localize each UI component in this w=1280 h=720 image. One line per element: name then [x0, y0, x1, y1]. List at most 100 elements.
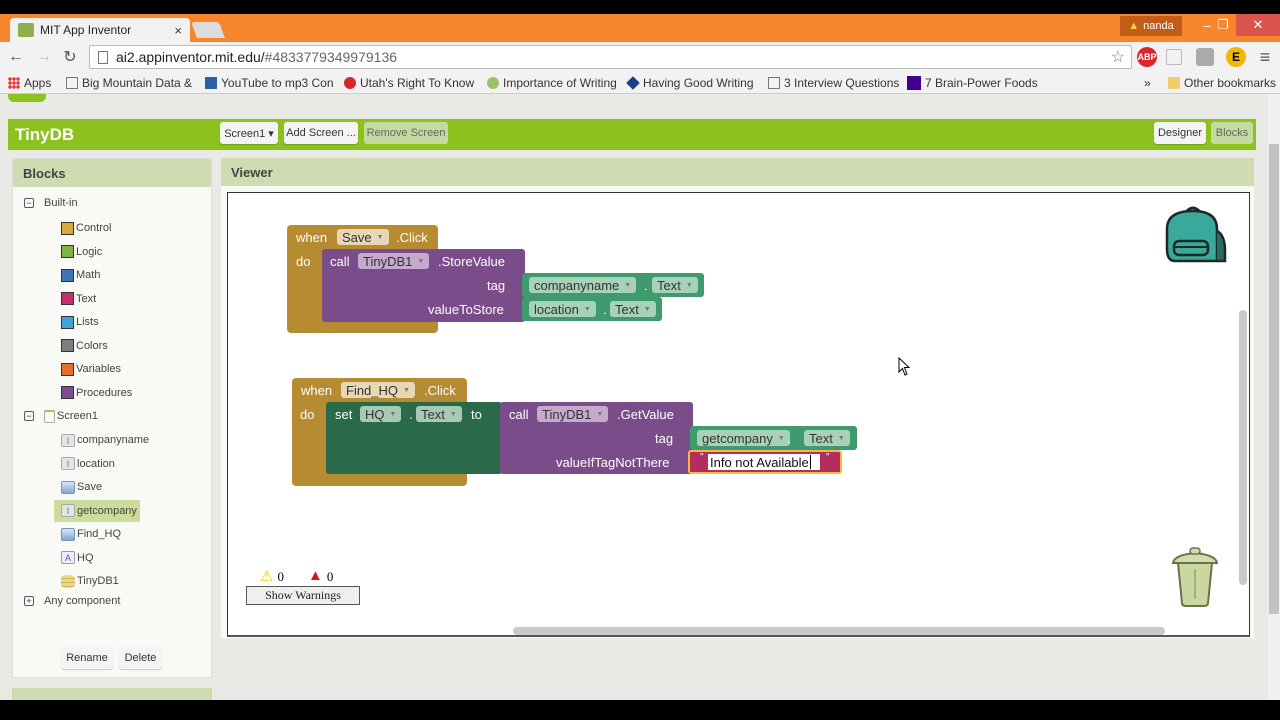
- reload-icon[interactable]: ↻: [60, 47, 80, 67]
- dropdown-arrow-icon: ▼: [643, 305, 651, 313]
- blocks-button[interactable]: Blocks: [1211, 122, 1253, 144]
- forward-arrow-icon[interactable]: →: [34, 47, 54, 67]
- getcompany-dropdown[interactable]: getcompany ▼: [697, 430, 790, 446]
- bookmark-item[interactable]: YouTube to mp3 Con: [205, 75, 334, 91]
- text-property-dropdown[interactable]: Text ▼: [804, 430, 850, 446]
- page-icon: [66, 77, 78, 89]
- bookmark-item[interactable]: Big Mountain Data &: [66, 75, 192, 91]
- browser-tab-active[interactable]: MIT App Inventor ×: [10, 18, 190, 42]
- component-hq[interactable]: A HQ: [61, 549, 94, 567]
- when-label: when: [301, 383, 333, 398]
- bookmark-item[interactable]: 7 Brain-Power Foods: [907, 75, 1038, 91]
- page-icon: [768, 77, 780, 89]
- value-if-tag-not-there-label: valueIfTagNotThere: [556, 455, 670, 470]
- page-scrollbar[interactable]: [1268, 94, 1280, 700]
- event-name: .Click: [424, 383, 456, 398]
- tree-screen1[interactable]: − Screen1: [24, 407, 98, 425]
- bookmark-item[interactable]: Having Good Writing: [626, 75, 754, 91]
- yt-mp3-icon: [205, 77, 217, 89]
- to-label: to: [471, 407, 482, 422]
- diamond-icon: [626, 76, 640, 90]
- builtin-category-procedures[interactable]: Procedures: [61, 384, 132, 402]
- builtin-category-lists[interactable]: Lists: [61, 313, 99, 331]
- category-color-swatch: [61, 245, 74, 258]
- component-companyname[interactable]: Icompanyname: [61, 431, 149, 449]
- bookmark-apps[interactable]: Apps: [8, 75, 51, 91]
- tab-title: MIT App Inventor: [40, 23, 132, 37]
- address-bar[interactable]: ai2.appinventor.mit.edu/#483377934997913…: [89, 45, 1132, 69]
- tab-close-icon[interactable]: ×: [174, 23, 182, 38]
- builtin-category-colors[interactable]: Colors: [61, 337, 108, 355]
- screen-dropdown[interactable]: Screen1 ▾: [220, 122, 278, 144]
- media-panel-header: [12, 688, 212, 700]
- back-arrow-icon[interactable]: ←: [6, 47, 26, 67]
- component-find_hq[interactable]: Find_HQ: [61, 525, 121, 543]
- app-inventor-favicon: [18, 23, 34, 37]
- backpack-icon[interactable]: [1163, 205, 1229, 271]
- text-property-dropdown[interactable]: Text ▼: [652, 277, 698, 293]
- restore-button[interactable]: ❐: [1208, 14, 1238, 36]
- tinydb-dropdown[interactable]: TinyDB1 ▼: [358, 253, 430, 269]
- builtin-category-text[interactable]: Text: [61, 290, 96, 308]
- checklist-extension-icon[interactable]: [1166, 49, 1182, 65]
- component-save[interactable]: Save: [61, 478, 102, 496]
- other-bookmarks[interactable]: Other bookmarks: [1168, 75, 1276, 91]
- category-color-swatch: [61, 386, 74, 399]
- bookmark-item[interactable]: Utah's Right To Know: [344, 75, 474, 91]
- bookmarks-overflow[interactable]: »: [1144, 75, 1151, 91]
- save-component-dropdown[interactable]: Save ▼: [337, 229, 389, 245]
- remove-screen-button[interactable]: Remove Screen: [364, 122, 448, 144]
- trash-can-icon[interactable]: [1170, 545, 1220, 609]
- dot-separator: .: [644, 278, 648, 293]
- call-label: call: [509, 407, 529, 422]
- leaf-icon: [487, 77, 499, 89]
- component-getcompany[interactable]: Igetcompany: [54, 499, 140, 522]
- text-property-dropdown[interactable]: Text ▼: [416, 406, 462, 422]
- tree-any-component[interactable]: + Any component: [24, 592, 120, 610]
- text-property-dropdown[interactable]: Text ▼: [610, 301, 656, 317]
- workspace-horizontal-scrollbar[interactable]: [513, 627, 1165, 635]
- adblock-icon[interactable]: ABP: [1137, 47, 1157, 67]
- screen-icon: [44, 409, 55, 423]
- tree-builtin[interactable]: − Built-in: [24, 194, 78, 212]
- when-label: when: [296, 230, 328, 245]
- menu-icon[interactable]: ≡: [1255, 47, 1275, 67]
- dropdown-arrow-icon: ▼: [624, 281, 632, 289]
- collapse-icon[interactable]: −: [24, 198, 34, 208]
- expand-icon[interactable]: +: [24, 596, 34, 606]
- shield-extension-icon[interactable]: [1196, 48, 1214, 66]
- dropdown-arrow-icon: ▼: [376, 233, 384, 241]
- new-tab-button[interactable]: [191, 22, 225, 38]
- companyname-dropdown[interactable]: companyname ▼: [529, 277, 637, 293]
- builtin-category-logic[interactable]: Logic: [61, 243, 102, 261]
- close-window-button[interactable]: ✕: [1236, 14, 1280, 36]
- textbox-icon: I: [61, 433, 75, 447]
- bookmark-item[interactable]: Importance of Writing: [487, 75, 617, 91]
- designer-button[interactable]: Designer: [1154, 122, 1206, 144]
- component-location[interactable]: Ilocation: [61, 455, 115, 473]
- builtin-category-variables[interactable]: Variables: [61, 360, 121, 378]
- show-warnings-button[interactable]: Show Warnings: [246, 586, 360, 605]
- delete-button[interactable]: Delete: [119, 647, 162, 669]
- collapse-icon[interactable]: −: [24, 411, 34, 421]
- component-tinydb1[interactable]: TinyDB1: [61, 572, 119, 590]
- evernote-extension-icon[interactable]: E: [1226, 47, 1246, 67]
- profile-badge[interactable]: ▲ nanda: [1120, 16, 1182, 36]
- findhq-component-dropdown[interactable]: Find_HQ ▼: [341, 382, 415, 398]
- location-dropdown[interactable]: location ▼: [529, 301, 596, 317]
- builtin-category-control[interactable]: Control: [61, 219, 111, 237]
- set-label: set: [335, 407, 353, 422]
- tinydb-dropdown[interactable]: TinyDB1 ▼: [537, 406, 609, 422]
- bookmark-item[interactable]: 3 Interview Questions: [768, 75, 899, 91]
- string-value-input[interactable]: Info not Available: [708, 454, 820, 470]
- app-logo-partial: [8, 94, 46, 102]
- rename-button[interactable]: Rename: [61, 647, 113, 669]
- category-color-swatch: [61, 268, 74, 282]
- dropdown-arrow-icon: ▼: [389, 410, 397, 418]
- dropdown-arrow-icon: ▼: [449, 410, 457, 418]
- hq-dropdown[interactable]: HQ ▼: [360, 406, 402, 422]
- add-screen-button[interactable]: Add Screen ...: [284, 122, 358, 144]
- bookmark-star-icon[interactable]: ☆: [1111, 47, 1125, 67]
- workspace-vertical-scrollbar[interactable]: [1239, 310, 1247, 585]
- builtin-category-math[interactable]: Math: [61, 266, 100, 284]
